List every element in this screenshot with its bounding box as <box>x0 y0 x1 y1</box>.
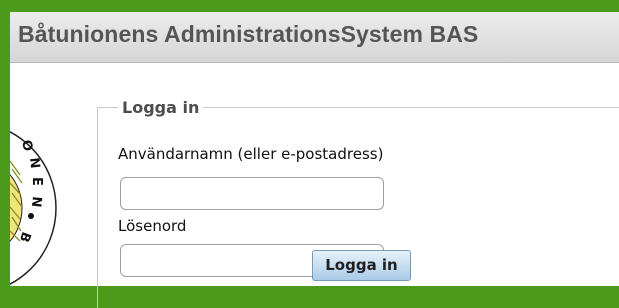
svg-text:N: N <box>26 157 42 169</box>
svg-text:B: B <box>16 230 33 244</box>
main-content: O N E N B Logga in Användarnamn (eller e… <box>10 63 619 308</box>
bas-logo: O N E N B <box>10 113 66 286</box>
site-title: Båtunionens AdministrationsSystem BAS <box>18 21 479 47</box>
password-label: Lösenord <box>118 217 187 235</box>
header-bar: Båtunionens AdministrationsSystem BAS <box>10 12 619 63</box>
logo-seal-icon: O N E N B <box>10 131 57 285</box>
svg-text:N: N <box>28 196 44 208</box>
username-field[interactable] <box>120 177 384 210</box>
svg-text:O: O <box>18 139 35 153</box>
login-legend: Logga in <box>118 98 204 118</box>
username-label: Användarnamn (eller e-postadress) <box>118 145 384 163</box>
svg-text:E: E <box>29 177 44 186</box>
login-button[interactable]: Logga in <box>312 250 411 281</box>
